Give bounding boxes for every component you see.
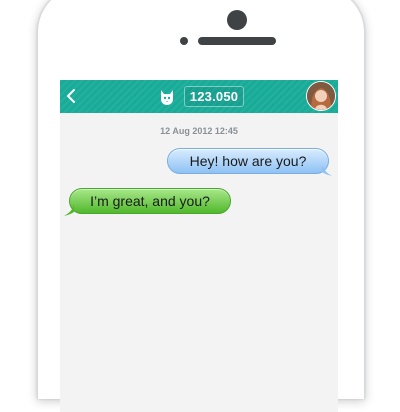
sensor-icon (180, 37, 188, 45)
navigation-bar: 123.050 (60, 80, 338, 113)
cat-icon (161, 90, 173, 105)
incoming-message-bubble: I’m great, and you? (69, 188, 231, 214)
chevron-left-icon[interactable] (64, 87, 80, 105)
avatar-image (307, 82, 335, 110)
outgoing-message-bubble: Hey! how are you? (167, 148, 329, 174)
camera-icon (227, 10, 247, 30)
incoming-bubble-tail (64, 204, 74, 216)
message-timestamp: 12 Aug 2012 12:45 (160, 126, 238, 136)
outgoing-bubble-tail (322, 164, 332, 176)
stage: 123.050 12 Aug 2012 12:45 Hey! how are y… (0, 0, 400, 412)
speaker-icon (198, 37, 276, 45)
chat-screen: 123.050 12 Aug 2012 12:45 Hey! how are y… (60, 80, 338, 412)
avatar[interactable] (306, 81, 336, 111)
count-badge: 123.050 (184, 86, 244, 107)
